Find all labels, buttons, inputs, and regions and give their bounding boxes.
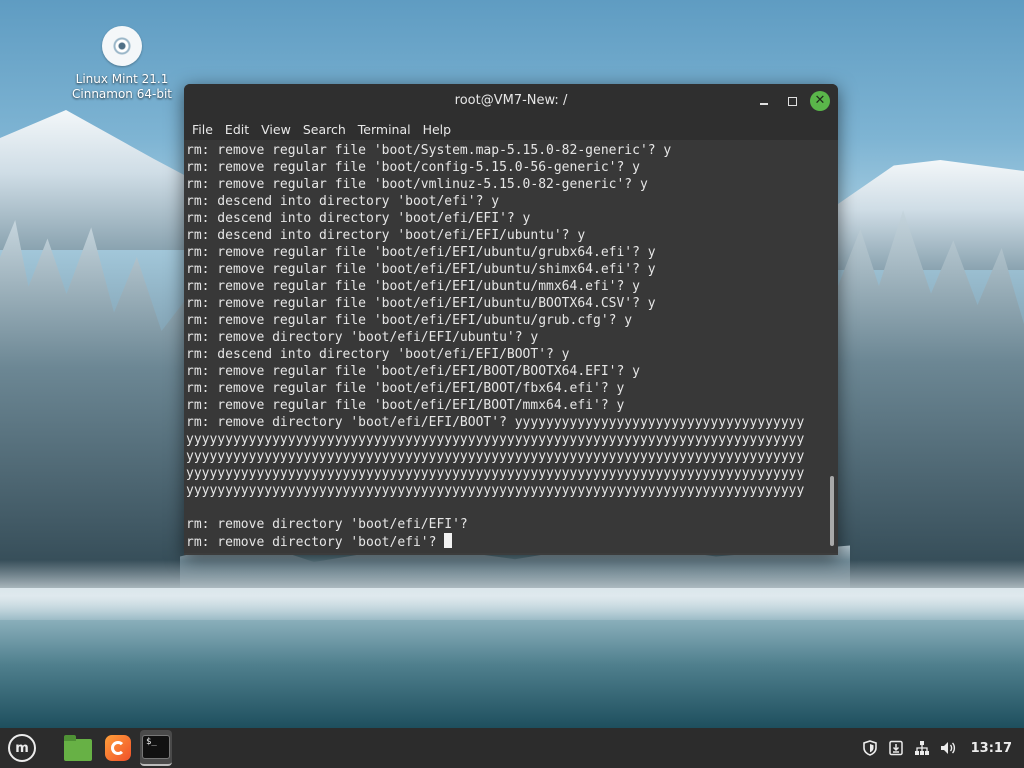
terminal-line: yyyyyyyyyyyyyyyyyyyyyyyyyyyyyyyyyyyyyyyy… (186, 483, 805, 498)
terminal-line: rm: remove directory 'boot/efi/EFI/ubunt… (186, 330, 539, 345)
minimize-button[interactable] (754, 91, 774, 111)
terminal-line: rm: descend into directory 'boot/efi'? y (186, 194, 500, 209)
terminal-line: rm: remove regular file 'boot/System.map… (186, 143, 672, 158)
menu-view[interactable]: View (257, 122, 299, 137)
firefox-launcher[interactable] (102, 732, 134, 764)
disc-icon (102, 26, 142, 66)
terminal-line: yyyyyyyyyyyyyyyyyyyyyyyyyyyyyyyyyyyyyyyy… (186, 466, 805, 481)
menu-search[interactable]: Search (299, 122, 354, 137)
terminal-line: rm: remove directory 'boot/efi/EFI/BOOT'… (186, 415, 805, 430)
close-button[interactable]: ✕ (810, 91, 830, 111)
maximize-button[interactable] (782, 91, 802, 111)
mist (0, 560, 1024, 620)
terminal-line: rm: remove regular file 'boot/efi/EFI/BO… (186, 398, 625, 413)
terminal-line: rm: remove regular file 'boot/efi/EFI/ub… (186, 296, 656, 311)
shield-icon[interactable] (861, 739, 879, 757)
menu-file[interactable]: File (188, 122, 221, 137)
terminal-line: rm: remove regular file 'boot/efi/EFI/ub… (186, 313, 633, 328)
update-icon[interactable] (887, 739, 905, 757)
terminal-line: rm: remove regular file 'boot/config-5.1… (186, 160, 640, 175)
terminal-line: rm: remove regular file 'boot/efi/EFI/ub… (186, 245, 656, 260)
terminal-text: rm: remove regular file 'boot/System.map… (186, 140, 824, 551)
desktop-icon-label-line2: Cinnamon 64-bit (72, 87, 172, 101)
terminal-output[interactable]: rm: remove regular file 'boot/System.map… (184, 140, 838, 553)
window-titlebar[interactable]: root@VM7-New: / ✕ (184, 84, 838, 118)
network-icon[interactable] (913, 739, 931, 757)
terminal-line: rm: descend into directory 'boot/efi/EFI… (186, 347, 570, 362)
desktop: Linux Mint 21.1 Cinnamon 64-bit root@VM7… (0, 0, 1024, 768)
terminal-line: yyyyyyyyyyyyyyyyyyyyyyyyyyyyyyyyyyyyyyyy… (186, 432, 805, 447)
text-cursor (444, 533, 453, 548)
terminal-line: rm: remove regular file 'boot/efi/EFI/ub… (186, 262, 656, 277)
terminal-icon: $_ (142, 735, 170, 759)
terminal-window[interactable]: root@VM7-New: / ✕ File Edit View Search … (184, 84, 838, 555)
taskbar: m $_ 13:17 (0, 728, 1024, 768)
terminal-line: rm: remove regular file 'boot/efi/EFI/BO… (186, 381, 625, 396)
files-launcher[interactable] (62, 732, 94, 764)
menu-terminal[interactable]: Terminal (354, 122, 419, 137)
folder-icon (64, 735, 92, 761)
terminal-line: rm: remove regular file 'boot/efi/EFI/ub… (186, 279, 640, 294)
menubar: File Edit View Search Terminal Help (184, 118, 838, 140)
menu-help[interactable]: Help (419, 122, 460, 137)
minimize-icon (760, 103, 768, 105)
scrollbar[interactable] (830, 476, 834, 546)
window-title: root@VM7-New: / (454, 93, 568, 108)
window-controls: ✕ (746, 91, 830, 111)
volume-icon[interactable] (939, 739, 957, 757)
maximize-icon (787, 96, 797, 106)
system-tray: 13:17 (853, 728, 1012, 768)
menu-edit[interactable]: Edit (221, 122, 257, 137)
terminal-line: rm: remove regular file 'boot/efi/EFI/BO… (186, 364, 640, 379)
terminal-line: rm: remove directory 'boot/efi/EFI'? (186, 517, 468, 532)
desktop-icon-linux-mint[interactable]: Linux Mint 21.1 Cinnamon 64-bit (62, 24, 182, 102)
mint-menu-button[interactable]: m (8, 734, 36, 762)
desktop-icon-label-line1: Linux Mint 21.1 (75, 72, 169, 86)
terminal-line: yyyyyyyyyyyyyyyyyyyyyyyyyyyyyyyyyyyyyyyy… (186, 449, 805, 464)
close-icon: ✕ (814, 93, 826, 108)
terminal-launcher[interactable]: $_ (140, 730, 172, 766)
firefox-icon (105, 735, 131, 761)
clock[interactable]: 13:17 (971, 741, 1012, 756)
forest-left (0, 220, 190, 590)
terminal-line: rm: descend into directory 'boot/efi/EFI… (186, 211, 531, 226)
mint-menu-icon: m (15, 740, 29, 756)
terminal-prompt-text: rm: remove directory 'boot/efi'? (186, 535, 445, 550)
terminal-line: rm: remove regular file 'boot/vmlinuz-5.… (186, 177, 648, 192)
terminal-line: rm: descend into directory 'boot/efi/EFI… (186, 228, 586, 243)
terminal-prompt-line: rm: remove directory 'boot/efi'? (186, 533, 824, 551)
